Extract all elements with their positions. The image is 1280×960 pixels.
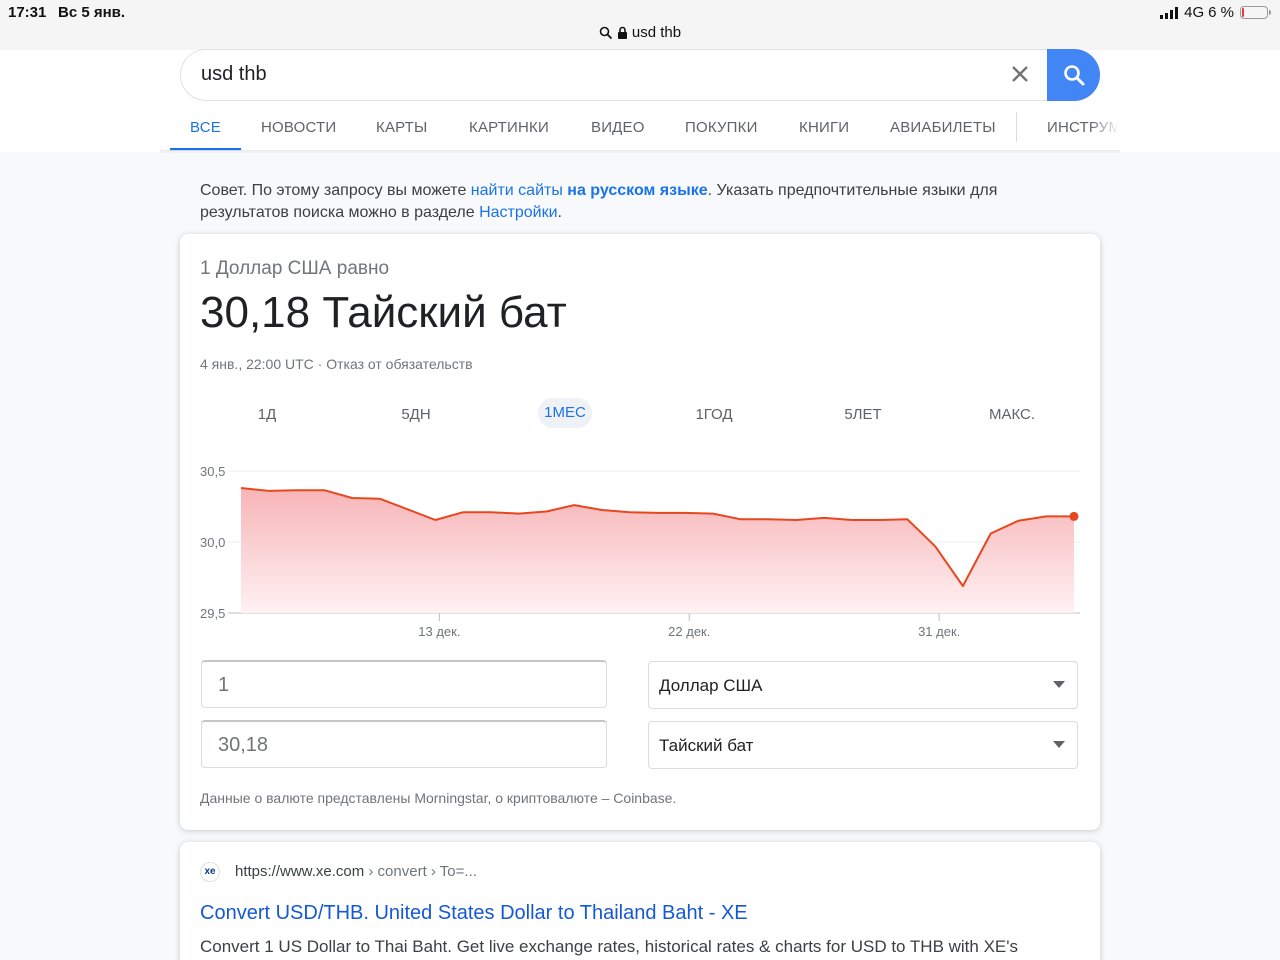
tip-link-russian[interactable]: на русском языке: [567, 182, 707, 199]
amount-to-input[interactable]: 30,18: [201, 720, 607, 768]
header-shadow: [160, 150, 1120, 154]
range-max[interactable]: МАКС.: [982, 406, 1042, 423]
xe-logo-icon: xe: [200, 862, 220, 882]
search-input[interactable]: usd thb: [180, 49, 1100, 101]
amount-from-value: 1: [218, 674, 230, 696]
data-source-note: Данные о валюте представлены Morningstar…: [200, 790, 677, 806]
tab-books[interactable]: КНИГИ: [799, 119, 849, 136]
search-query: usd thb: [201, 63, 267, 85]
search-button[interactable]: [1047, 49, 1100, 101]
battery-label: 6 %: [1208, 4, 1234, 21]
battery-level: [1242, 8, 1244, 17]
tab-shopping[interactable]: ПОКУПКИ: [685, 119, 758, 136]
signal-icon: [1160, 6, 1179, 19]
status-time: 17:31: [8, 4, 47, 21]
status-date: Вс 5 янв.: [58, 4, 126, 21]
tab-flights[interactable]: АВИАБИЛЕТЫ: [890, 119, 996, 136]
y-tick-label: 30,5: [200, 464, 225, 479]
result-domain: https://www.xe.com: [235, 863, 365, 880]
search-result: xe https://www.xe.com › convert › To=...…: [180, 842, 1100, 960]
battery-icon: [1240, 6, 1271, 19]
amount-from-input[interactable]: 1: [201, 660, 607, 708]
close-icon[interactable]: [1010, 64, 1030, 84]
range-1y[interactable]: 1ГОД: [684, 406, 744, 423]
result-url[interactable]: https://www.xe.com › convert › To=...: [235, 863, 477, 880]
address-bar[interactable]: usd thb: [0, 24, 1280, 41]
network-label: 4G: [1184, 4, 1205, 21]
y-tick-label: 30,0: [200, 535, 225, 550]
exchange-rate-chart[interactable]: 30,5 30,0 29,5 13 дек. 22 дек. 31 дек.: [180, 454, 1100, 644]
result-breadcrumbs: › convert › To=...: [364, 863, 477, 880]
range-1d[interactable]: 1Д: [237, 406, 297, 423]
tab-images[interactable]: КАРТИНКИ: [469, 119, 549, 136]
tabs-fade: [1090, 112, 1120, 148]
chart-area: [241, 488, 1074, 613]
tip-link-settings[interactable]: Настройки: [479, 204, 557, 221]
tabs-divider: [1016, 112, 1017, 142]
converter-result: 30,18 Тайский бат: [200, 288, 567, 337]
result-snippet: Convert 1 US Dollar to Thai Baht. Get li…: [200, 937, 1019, 956]
tab-maps[interactable]: КАРТЫ: [376, 119, 428, 136]
range-5d[interactable]: 5ДН: [386, 406, 446, 423]
search-tabs: ВСЕ НОВОСТИ КАРТЫ КАРТИНКИ ВИДЕО ПОКУПКИ…: [170, 104, 1118, 152]
range-5y[interactable]: 5ЛЕТ: [833, 406, 893, 423]
chevron-down-icon: [1053, 741, 1065, 748]
tab-video[interactable]: ВИДЕО: [591, 119, 645, 136]
currency-from-value: Доллар США: [659, 676, 763, 695]
result-title-link[interactable]: Convert USD/THB. United States Dollar to…: [200, 902, 748, 925]
tip-suffix: .: [557, 204, 562, 221]
currency-converter-card: 1 Доллар США равно 30,18 Тайский бат 4 я…: [180, 234, 1100, 830]
tab-news[interactable]: НОВОСТИ: [261, 119, 336, 136]
address-text: usd thb: [631, 24, 682, 41]
currency-to-select[interactable]: Тайский бат: [648, 721, 1078, 769]
currency-to-value: Тайский бат: [659, 736, 754, 755]
converter-meta: 4 янв., 22:00 UTC · Отказ от обязательст…: [200, 356, 473, 372]
range-1m[interactable]: 1МЕС: [538, 398, 592, 428]
x-tick-label: 13 дек.: [418, 624, 460, 639]
x-tick-label: 22 дек.: [668, 624, 710, 639]
currency-from-select[interactable]: Доллар США: [648, 661, 1078, 709]
language-tip: Совет. По этому запросу вы можете найти …: [200, 180, 1080, 224]
status-indicators: 4G 6 %: [1160, 4, 1271, 21]
search-icon: [1063, 65, 1084, 86]
search-icon: [599, 26, 613, 39]
tip-link-sites[interactable]: найти сайты: [471, 182, 563, 199]
tab-all[interactable]: ВСЕ: [190, 119, 221, 136]
converter-label: 1 Доллар США равно: [200, 258, 390, 279]
y-tick-label: 29,5: [200, 606, 225, 621]
x-tick-label: 31 дек.: [918, 624, 960, 639]
amount-to-value: 30,18: [218, 734, 269, 756]
chevron-down-icon: [1053, 681, 1065, 688]
status-bar: 17:31 Вс 5 янв. 4G 6 % usd thb: [0, 0, 1280, 50]
lock-icon: [617, 26, 627, 39]
chart-current-point: [1069, 511, 1079, 521]
tip-prefix: Совет. По этому запросу вы можете: [200, 182, 471, 199]
